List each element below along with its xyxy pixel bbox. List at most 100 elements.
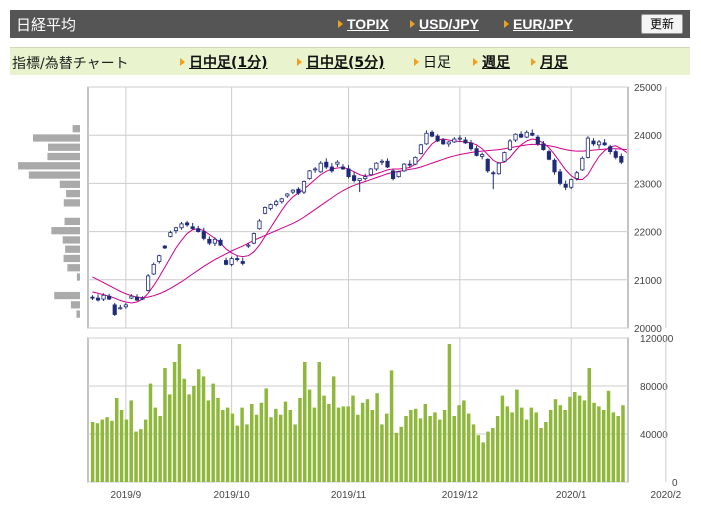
volume-bar [163, 368, 167, 482]
x-tick-label: 2020/1 [556, 490, 587, 501]
volume-bar [259, 402, 264, 482]
candle-body [101, 294, 106, 300]
candle-body [173, 227, 179, 232]
candle-body [363, 176, 368, 179]
volume-bar [573, 392, 577, 482]
volume-bar [553, 399, 558, 482]
volume-bar [515, 389, 519, 482]
volume-bar [298, 398, 302, 482]
candle-body [285, 193, 290, 197]
candle-body [90, 296, 95, 299]
candle-body [396, 171, 401, 178]
volume-profile-bar [63, 199, 80, 207]
x-tick-label: 2019/12 [442, 490, 479, 501]
candle-body [463, 139, 468, 144]
volume-bar [601, 410, 606, 482]
candle-body [379, 160, 385, 163]
volume-bar [274, 408, 278, 482]
price-tick-label: 23000 [634, 179, 662, 190]
volume-bar [225, 407, 230, 482]
candle-body [357, 178, 362, 181]
volume-bar [303, 362, 307, 482]
volume-bar [250, 404, 254, 482]
volume-bar [476, 435, 481, 482]
volume-bar [409, 410, 413, 482]
candle-body [585, 137, 590, 158]
volume-bar [158, 416, 162, 482]
volume-bar [491, 428, 495, 482]
candle-body [580, 157, 585, 171]
volume-bar [346, 406, 350, 482]
candle-body [185, 222, 190, 226]
volume-bar [119, 410, 124, 482]
volume-bar [211, 383, 215, 482]
volume-bar [428, 416, 432, 482]
volume-bar [548, 410, 553, 482]
candle-body [385, 160, 390, 168]
nikkei-chart: 2000021000220002300024000250000400008000… [18, 83, 682, 501]
volume-bar [587, 368, 591, 482]
volume-bar [486, 431, 490, 482]
candle-body [407, 163, 412, 166]
volume-bar [216, 398, 220, 482]
candle-body [279, 198, 284, 203]
volume-bar [568, 396, 572, 482]
volume-bar [139, 429, 143, 482]
candle-body [485, 158, 490, 172]
price-panel [87, 86, 629, 329]
candle-body [435, 135, 440, 142]
volume-bar [148, 383, 153, 482]
candle-body [229, 258, 234, 265]
volume-bar [592, 402, 596, 482]
candle-body [207, 238, 212, 244]
candle-body [146, 275, 151, 291]
volume-bar [100, 419, 105, 482]
candle-body [480, 154, 485, 157]
candle-body [591, 140, 596, 145]
volume-profile-bar [63, 254, 80, 263]
volume-bar [616, 416, 620, 482]
candle-body [519, 133, 524, 138]
candle-body [374, 162, 379, 170]
volume-bar [370, 410, 375, 482]
volume-bar [534, 412, 538, 482]
candle-body [223, 260, 229, 265]
volume-bar [606, 390, 611, 482]
candle-body [441, 139, 446, 145]
x-tick-label: 2020/2 [651, 490, 682, 501]
volume-bar [481, 442, 485, 482]
volume-bar [206, 400, 211, 482]
volume-bar [230, 413, 235, 482]
volume-bar [317, 362, 321, 482]
volume-profile-bar [64, 217, 80, 226]
x-tick-label: 2019/11 [331, 490, 367, 501]
candle-body [190, 226, 195, 230]
candle-body [329, 166, 334, 172]
candle-body [151, 263, 156, 275]
candle-body [602, 142, 607, 146]
candle-body [524, 131, 529, 138]
volume-bar [351, 395, 355, 482]
candle-body [563, 183, 568, 188]
volume-bar [129, 400, 133, 482]
volume-profile-bar [32, 134, 80, 142]
candle-body [157, 255, 162, 262]
candle-body [246, 244, 251, 247]
candle-body [134, 296, 140, 301]
volume-bar [423, 404, 428, 482]
candle-body [613, 151, 618, 158]
x-tick-label: 2019/9 [111, 490, 142, 501]
volume-tick-label: 120000 [640, 334, 674, 345]
volume-bar [621, 405, 625, 482]
candle-body [457, 137, 462, 140]
volume-profile-bar [47, 143, 80, 151]
volume-profile-bar [76, 273, 80, 281]
volume-profile-bar [28, 171, 80, 179]
candle-body [541, 143, 546, 151]
candle-body [123, 304, 128, 308]
volume-bar [418, 418, 423, 482]
volume-bar [356, 414, 360, 482]
volume-bar [327, 404, 331, 482]
volume-bar [134, 431, 138, 482]
candle-body [391, 170, 396, 179]
